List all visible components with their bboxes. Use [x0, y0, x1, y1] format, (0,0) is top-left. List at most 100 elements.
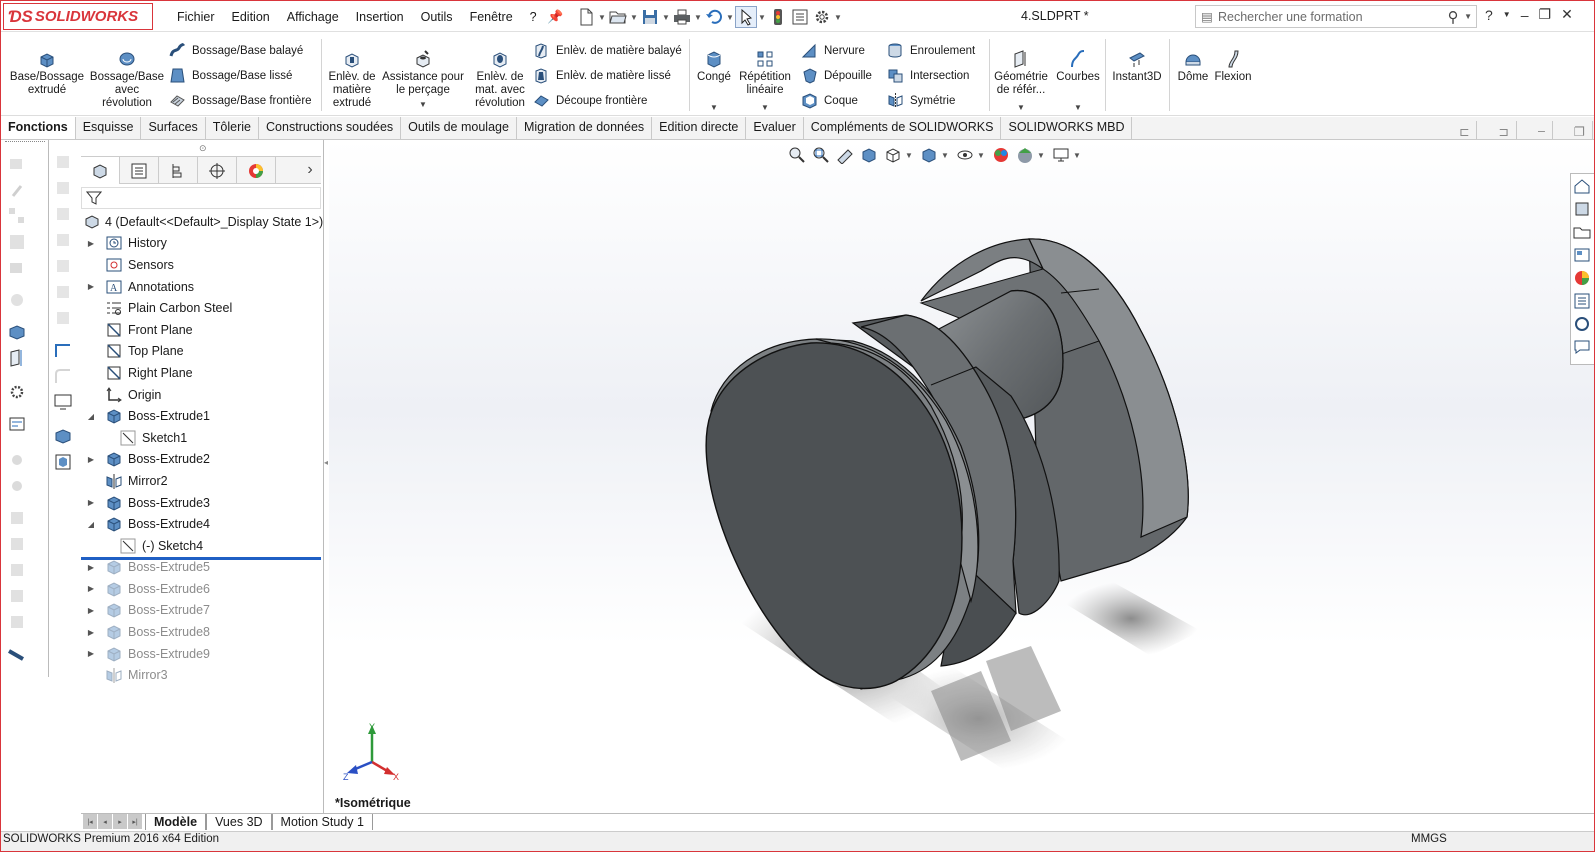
- view-bottom-icon[interactable]: [53, 256, 75, 276]
- menu-fenetre[interactable]: Fenêtre: [470, 10, 513, 24]
- save-dropdown-icon[interactable]: ▼: [661, 13, 671, 22]
- drawing5-tool-icon[interactable]: [7, 612, 29, 632]
- tree-item-boss-extrude7[interactable]: ▶ Boss-Extrude7: [81, 600, 323, 622]
- open-dropdown-icon[interactable]: ▼: [629, 13, 639, 22]
- boss-loft-button[interactable]: Bossage/Base lissé: [169, 67, 292, 84]
- boss-sweep-button[interactable]: Bossage/Base balayé: [169, 42, 303, 59]
- drawing4-tool-icon[interactable]: [7, 586, 29, 606]
- search-icon[interactable]: ⚲: [1442, 8, 1464, 26]
- expand-arrow-icon[interactable]: ▶: [85, 628, 97, 637]
- part-icon[interactable]: [53, 426, 75, 446]
- tree-item-boss-extrude9[interactable]: ▶ Boss-Extrude9: [81, 643, 323, 665]
- save-icon[interactable]: [639, 6, 661, 28]
- select-dropdown-icon[interactable]: ▼: [757, 13, 767, 22]
- tree-item-mirror3[interactable]: Mirror3: [81, 664, 323, 686]
- tab-complements[interactable]: Compléments de SOLIDWORKS: [804, 117, 1002, 139]
- pattern-tool-icon[interactable]: [7, 206, 29, 226]
- menu-insertion[interactable]: Insertion: [356, 10, 404, 24]
- mate-tool-icon[interactable]: [7, 450, 29, 470]
- next-tab-icon[interactable]: ▸: [113, 814, 127, 829]
- tree-item-boss-extrude4[interactable]: ◢ Boss-Extrude4: [81, 513, 323, 535]
- measure-ruler-icon[interactable]: [7, 645, 29, 665]
- fillet-dropdown-icon[interactable]: ▼: [695, 101, 733, 114]
- instant3d-button[interactable]: Instant3D: [1109, 49, 1165, 84]
- expand-arrow-icon[interactable]: ▶: [85, 282, 97, 291]
- tab-modele[interactable]: Modèle: [145, 814, 207, 830]
- view-iso-icon[interactable]: [53, 230, 75, 250]
- expand-arrow-icon[interactable]: ▶: [85, 239, 97, 248]
- first-tab-icon[interactable]: |◂: [83, 814, 97, 829]
- sketch-fillet-icon[interactable]: [53, 366, 75, 386]
- undo-dropdown-icon[interactable]: ▼: [725, 13, 735, 22]
- reference-geometry-button[interactable]: Géométrie de référ... ▼: [993, 49, 1049, 114]
- open-folder-icon[interactable]: [607, 6, 629, 28]
- appearances-icon[interactable]: [1571, 266, 1593, 289]
- menu-affichage[interactable]: Affichage: [287, 10, 339, 24]
- boss-extrude-button[interactable]: Base/Bossage extrudé: [9, 49, 85, 97]
- search-box[interactable]: ▤ Rechercher une formation ⚲ ▼: [1195, 5, 1477, 28]
- expand-arrow-icon[interactable]: ▶: [85, 606, 97, 615]
- cut-extrude-button[interactable]: Enlèv. de matière extrudé: [327, 49, 377, 110]
- tab-surfaces[interactable]: Surfaces: [141, 117, 206, 139]
- linear-pattern-dropdown-icon[interactable]: ▼: [737, 101, 793, 114]
- tree-item-sketch4[interactable]: (-) Sketch4: [81, 535, 323, 557]
- design-library-icon[interactable]: [1571, 197, 1593, 220]
- hole-wizard-dropdown-icon[interactable]: ▼: [381, 98, 465, 111]
- expand-arrow-icon[interactable]: ▶: [85, 563, 97, 572]
- options-gear-icon[interactable]: [811, 6, 833, 28]
- intersect-button[interactable]: Intersection: [887, 67, 969, 84]
- view-back-icon[interactable]: [53, 282, 75, 302]
- boss-boundary-button[interactable]: Bossage/Base frontière: [169, 92, 312, 109]
- tab-solidworks-mbd[interactable]: SOLIDWORKS MBD: [1001, 117, 1133, 139]
- select-cursor-icon[interactable]: [735, 6, 757, 28]
- status-units[interactable]: MMGS: [1411, 833, 1447, 845]
- search-input[interactable]: Rechercher une formation: [1218, 10, 1363, 24]
- cut-sweep-button[interactable]: Enlèv. de matière balayé: [533, 42, 682, 59]
- display-monitor-icon[interactable]: [53, 392, 75, 412]
- print-icon[interactable]: [671, 6, 693, 28]
- flex-button[interactable]: Flexion: [1213, 49, 1253, 84]
- undo-icon[interactable]: [703, 6, 725, 28]
- tree-item-history[interactable]: ▶ History: [81, 233, 323, 255]
- file-explorer-icon[interactable]: [1571, 220, 1593, 243]
- extrude-tool-icon[interactable]: [7, 322, 29, 342]
- panel-grip-icon[interactable]: ⊙: [199, 143, 207, 154]
- expand-arrow-icon[interactable]: ▶: [85, 455, 97, 464]
- collapse-arrow-icon[interactable]: ◢: [85, 520, 97, 529]
- drawing2-tool-icon[interactable]: [7, 534, 29, 554]
- menu-edition[interactable]: Edition: [232, 10, 270, 24]
- expand-arrow-icon[interactable]: ▶: [85, 498, 97, 507]
- tab-constructions-soudees[interactable]: Constructions soudées: [259, 117, 402, 139]
- file-properties-icon[interactable]: [789, 6, 811, 28]
- chevron-right-icon[interactable]: ›: [299, 157, 321, 183]
- tree-item-right-plane[interactable]: Right Plane: [81, 362, 323, 384]
- rebuild-traffic-light-icon[interactable]: [767, 6, 789, 28]
- cut-revolve-button[interactable]: Enlèv. de mat. avec révolution: [471, 49, 529, 110]
- display-manager-tab-icon[interactable]: [237, 157, 276, 184]
- tree-item-top-plane[interactable]: Top Plane: [81, 341, 323, 363]
- hole-wizard-button[interactable]: Assistance pour le perçage ▼: [381, 49, 465, 111]
- comments-icon[interactable]: [1571, 335, 1593, 358]
- tree-item-boss-extrude1[interactable]: ◢ Boss-Extrude1: [81, 405, 323, 427]
- boss-revolve-button[interactable]: Bossage/Base avec révolution: [89, 49, 165, 110]
- tab-outils-de-moulage[interactable]: Outils de moulage: [401, 117, 517, 139]
- sketch-corner-icon[interactable]: [53, 340, 75, 360]
- draft-button[interactable]: Dépouille: [801, 67, 872, 84]
- tree-item-boss-extrude8[interactable]: ▶ Boss-Extrude8: [81, 621, 323, 643]
- curves-dropdown-icon[interactable]: ▼: [1053, 101, 1103, 114]
- tab-vues-3d[interactable]: Vues 3D: [206, 814, 272, 830]
- wrap-button[interactable]: Enroulement: [887, 42, 975, 59]
- menu-help[interactable]: ?: [530, 10, 537, 24]
- menu-fichier[interactable]: Fichier: [177, 10, 215, 24]
- menu-outils[interactable]: Outils: [421, 10, 453, 24]
- part-config-icon[interactable]: [53, 452, 75, 472]
- last-tab-icon[interactable]: ▸|: [128, 814, 142, 829]
- view-palette-icon[interactable]: [1571, 243, 1593, 266]
- minimize-icon[interactable]: –: [1521, 7, 1529, 23]
- attach-tool-icon[interactable]: [7, 180, 29, 200]
- help-dropdown-icon[interactable]: ▼: [1503, 10, 1511, 19]
- measure-tool-icon[interactable]: [7, 414, 29, 434]
- move-tool-icon[interactable]: [7, 290, 29, 310]
- tree-item-boss-extrude3[interactable]: ▶ Boss-Extrude3: [81, 492, 323, 514]
- tree-item-sketch1[interactable]: Sketch1: [81, 427, 323, 449]
